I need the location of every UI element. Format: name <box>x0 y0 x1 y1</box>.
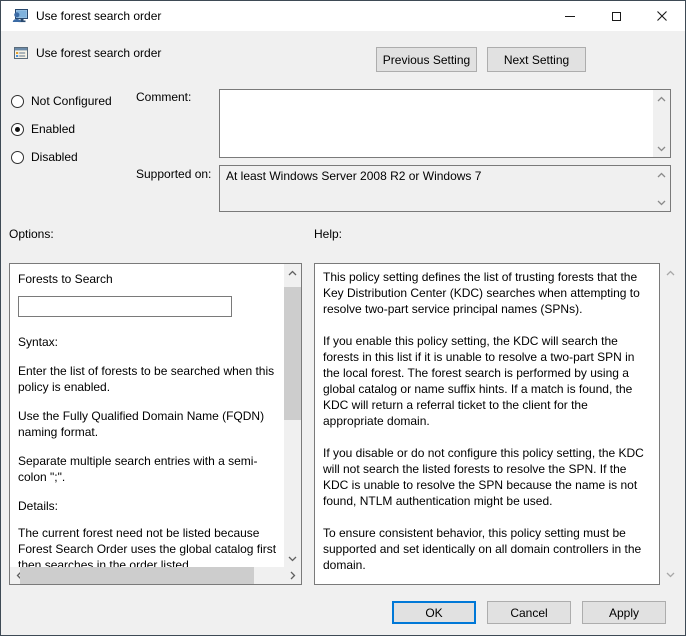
radio-disabled[interactable]: Disabled <box>11 149 78 165</box>
policy-name: Use forest search order <box>36 46 161 60</box>
scroll-down-icon[interactable] <box>662 567 678 583</box>
help-section-label: Help: <box>314 227 342 241</box>
scroll-down-icon[interactable] <box>653 194 670 211</box>
syntax-paragraph-3: Separate multiple search entries with a … <box>18 453 280 485</box>
supported-on-scrollbar[interactable] <box>653 166 670 211</box>
help-text: This policy setting defines the list of … <box>315 264 659 584</box>
cancel-button[interactable]: Cancel <box>487 601 571 624</box>
options-vertical-scrollbar[interactable] <box>284 264 301 567</box>
scroll-down-icon[interactable] <box>284 550 301 567</box>
options-horizontal-scrollbar[interactable] <box>10 567 301 584</box>
policy-setting-dialog: Use forest search order Use forest <box>0 0 686 636</box>
close-icon <box>657 11 667 21</box>
comment-scrollbar[interactable] <box>653 90 670 157</box>
scroll-down-icon[interactable] <box>653 140 670 157</box>
radio-enabled-label: Enabled <box>31 122 75 136</box>
radio-not-configured[interactable]: Not Configured <box>11 93 112 109</box>
scroll-up-icon[interactable] <box>284 264 301 281</box>
previous-setting-button[interactable]: Previous Setting <box>376 47 477 72</box>
help-paragraph-1: This policy setting defines the list of … <box>323 269 651 317</box>
scrollbar-thumb[interactable] <box>20 567 254 584</box>
window-title: Use forest search order <box>36 9 161 23</box>
group-policy-app-icon <box>12 8 28 24</box>
minimize-icon <box>565 16 575 17</box>
comment-label: Comment: <box>136 90 191 104</box>
supported-on-box: At least Windows Server 2008 R2 or Windo… <box>219 165 671 212</box>
supported-on-value: At least Windows Server 2008 R2 or Windo… <box>220 166 653 211</box>
help-panel: This policy setting defines the list of … <box>314 263 660 585</box>
maximize-button[interactable] <box>593 1 639 31</box>
caption-buttons <box>547 1 685 31</box>
scroll-up-icon[interactable] <box>653 90 670 107</box>
next-setting-button[interactable]: Next Setting <box>487 47 586 72</box>
titlebar: Use forest search order <box>1 1 685 31</box>
forests-to-search-input[interactable] <box>18 296 232 317</box>
radio-circle <box>11 151 24 164</box>
help-paragraph-3: If you disable or do not configure this … <box>323 445 651 509</box>
help-scrollbar[interactable] <box>662 263 678 585</box>
help-paragraph-2: If you enable this policy setting, the K… <box>323 333 651 429</box>
ok-button[interactable]: OK <box>392 601 476 624</box>
apply-button[interactable]: Apply <box>582 601 666 624</box>
policy-header: Use forest search order Previous Setting… <box>1 31 685 77</box>
syntax-paragraph-2: Use the Fully Qualified Domain Name (FQD… <box>18 408 280 440</box>
radio-circle-selected <box>11 123 24 136</box>
scroll-up-icon[interactable] <box>662 265 678 281</box>
radio-not-configured-label: Not Configured <box>31 94 112 108</box>
forests-to-search-label: Forests to Search <box>18 271 280 287</box>
options-panel: Forests to Search Syntax: Enter the list… <box>9 263 302 585</box>
policy-setting-icon <box>13 45 29 61</box>
minimize-button[interactable] <box>547 1 593 31</box>
scroll-right-icon[interactable] <box>284 567 301 584</box>
syntax-heading: Syntax: <box>18 334 280 350</box>
close-button[interactable] <box>639 1 685 31</box>
details-paragraph-1: The current forest need not be listed be… <box>18 525 280 567</box>
comment-box <box>219 89 671 158</box>
details-heading: Details: <box>18 498 280 514</box>
radio-circle <box>11 95 24 108</box>
scrollbar-thumb[interactable] <box>284 287 301 420</box>
maximize-icon <box>612 12 621 21</box>
help-paragraph-4: To ensure consistent behavior, this poli… <box>323 525 651 573</box>
radio-enabled[interactable]: Enabled <box>11 121 75 137</box>
options-section-label: Options: <box>9 227 54 241</box>
scroll-up-icon[interactable] <box>653 166 670 183</box>
supported-on-label: Supported on: <box>136 167 211 181</box>
options-content: Forests to Search Syntax: Enter the list… <box>10 264 284 567</box>
syntax-paragraph-1: Enter the list of forests to be searched… <box>18 363 280 395</box>
radio-disabled-label: Disabled <box>31 150 78 164</box>
comment-input[interactable] <box>220 90 653 157</box>
